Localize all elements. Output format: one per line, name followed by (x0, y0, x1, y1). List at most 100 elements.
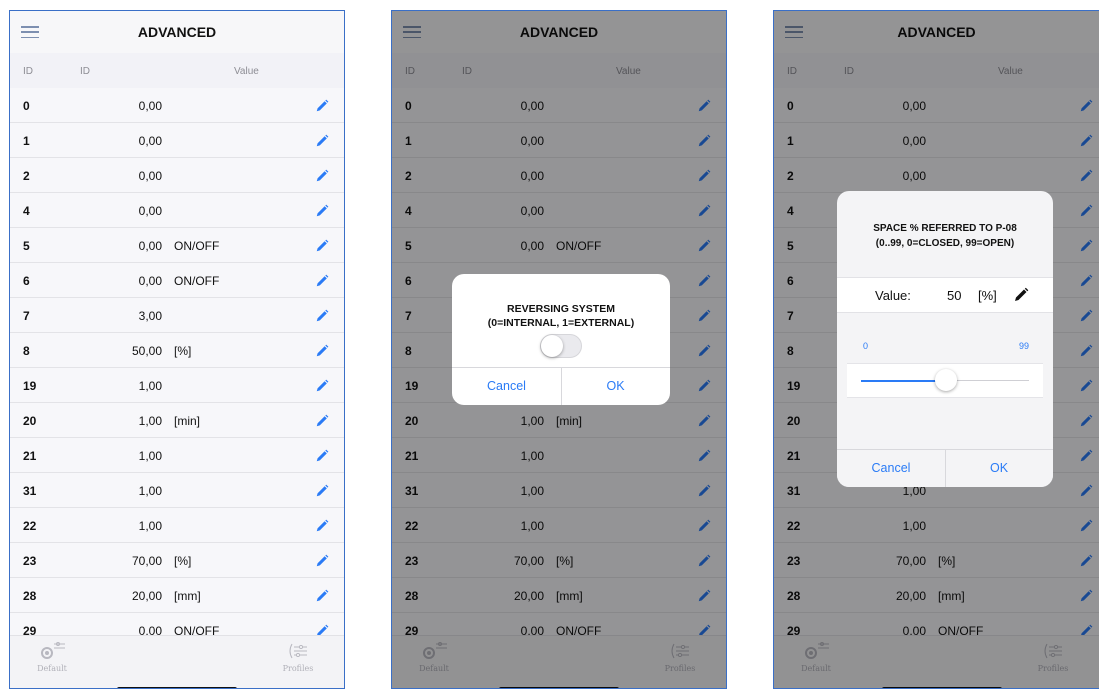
row-id: 19 (23, 379, 37, 393)
tab-default-label: Default (37, 664, 67, 673)
row-id: 28 (23, 589, 37, 603)
row-unit: ON/OFF (174, 239, 220, 253)
pencil-icon[interactable] (315, 519, 329, 533)
slider-max-label: 99 (1018, 341, 1029, 351)
column-value: Value (234, 66, 259, 77)
row-value: 1,00 (138, 484, 162, 498)
row-unit: [min] (174, 414, 201, 428)
parameter-list: 00,0010,0020,0040,0050,00ON/OFF60,00ON/O… (10, 88, 344, 648)
screen-list: ADVANCED ID ID Value 0 0,00 1 0,00 2 0,00 4 0,0… (9, 10, 345, 689)
pencil-icon[interactable] (315, 589, 329, 603)
tab-default[interactable]: Default (22, 640, 82, 673)
table-row: 20 1,00 [min] (10, 403, 344, 438)
row-unit: ON/OFF (174, 274, 220, 288)
tab-bar: Default Profiles (10, 635, 344, 688)
row-id: 20 (23, 414, 37, 428)
row-value: 0,00 (138, 134, 162, 148)
table-row: 73,00 (10, 298, 344, 333)
slider-fill (861, 380, 946, 382)
row-value: 0,00 (138, 99, 162, 113)
pencil-icon[interactable] (1013, 287, 1029, 303)
row-value: 70,00 (131, 554, 162, 568)
row-value: 1,00 (138, 449, 162, 463)
gear-sliders-icon (41, 642, 65, 659)
row-id: 21 (23, 449, 37, 463)
column-id-secondary: ID (80, 66, 90, 77)
table-row: 6 0,00 ON/OFF (10, 263, 344, 298)
row-value: 3,00 (138, 309, 162, 323)
pencil-icon[interactable] (315, 239, 329, 253)
row-value: 0,00 (138, 274, 162, 288)
table-row: 191,00 (10, 368, 344, 403)
row-id: 8 (23, 344, 30, 358)
table-row: 0 0,00 (10, 88, 344, 123)
row-id: 4 (23, 204, 30, 218)
screen-slider-dialog: ADVANCED ID ID Value 00,0010,0020,0040,0… (773, 10, 1099, 689)
table-row: 28 20,00 [mm] (10, 578, 344, 613)
dialog-buttons: Cancel OK (837, 449, 1053, 487)
row-unit: [mm] (174, 589, 201, 603)
page-title: ADVANCED (137, 24, 217, 40)
table-row: 22 1,00 (10, 508, 344, 543)
pencil-icon[interactable] (315, 134, 329, 148)
value-unit: [%] (978, 288, 997, 303)
cancel-button[interactable]: Cancel (837, 450, 945, 487)
reversing-toggle-switch[interactable] (540, 334, 582, 358)
row-value: 0,00 (138, 239, 162, 253)
row-value: 50,00 (131, 344, 162, 358)
table-row: 8 50,00 [%] (10, 333, 344, 368)
pencil-icon[interactable] (315, 379, 329, 393)
tab-profiles[interactable]: Profiles (268, 640, 328, 673)
column-id: ID (23, 66, 33, 77)
profiles-sliders-icon (289, 643, 307, 659)
dialog-title: SPACE % REFERRED TO P-08 (0..99, 0=CLOSE… (837, 221, 1053, 251)
pencil-icon[interactable] (315, 309, 329, 323)
row-id: 31 (23, 484, 37, 498)
ok-button[interactable]: OK (945, 450, 1053, 487)
value-slider[interactable] (847, 363, 1043, 398)
pencil-icon[interactable] (315, 554, 329, 568)
table-row: 31 1,00 (10, 473, 344, 508)
row-id: 23 (23, 554, 37, 568)
value-number: 50 (947, 288, 962, 303)
row-value: 0,00 (138, 169, 162, 183)
pencil-icon[interactable] (315, 344, 329, 358)
cancel-button[interactable]: Cancel (452, 368, 561, 405)
pencil-icon[interactable] (315, 484, 329, 498)
pencil-icon[interactable] (315, 414, 329, 428)
dialog-title-line1: REVERSING SYSTEM (507, 303, 615, 315)
row-unit: [%] (174, 554, 192, 568)
column-header: ID ID Value (10, 53, 344, 89)
value-field: Value: 50 [%] (837, 277, 1053, 313)
home-indicator (117, 687, 237, 688)
row-id: 22 (23, 519, 37, 533)
dialog-title-line1: SPACE % REFERRED TO P-08 (873, 223, 1017, 234)
row-id: 1 (23, 134, 30, 148)
dialog-title-line2: (0=INTERNAL, 1=EXTERNAL) (487, 317, 635, 329)
row-id: 2 (23, 169, 30, 183)
table-row: 2 0,00 (10, 158, 344, 193)
row-id: 0 (23, 99, 30, 113)
row-value: 1,00 (138, 519, 162, 533)
value-label: Value: (875, 288, 911, 303)
pencil-icon[interactable] (315, 274, 329, 288)
table-row: 211,00 (10, 438, 344, 473)
slider-min-label: 0 (863, 341, 869, 351)
row-value: 1,00 (138, 414, 162, 428)
slider-thumb[interactable] (934, 369, 957, 391)
row-value: 1,00 (138, 379, 162, 393)
dialog-title: REVERSING SYSTEM (0=INTERNAL, 1=EXTERNAL… (452, 302, 670, 330)
pencil-icon[interactable] (315, 204, 329, 218)
dialog-buttons: Cancel OK (452, 367, 670, 405)
pencil-icon[interactable] (315, 449, 329, 463)
screen-toggle-dialog: ADVANCED ID ID Value 0 0,00 1 0,00 2 0,00 4 0,0… (391, 10, 727, 689)
pencil-icon[interactable] (315, 169, 329, 183)
pencil-icon[interactable] (315, 99, 329, 113)
ok-button[interactable]: OK (561, 368, 670, 405)
nav-bar: ADVANCED (10, 11, 344, 54)
table-row: 23 70,00 [%] (10, 543, 344, 578)
row-id: 7 (23, 309, 30, 323)
tab-profiles-label: Profiles (282, 664, 314, 673)
row-value: 0,00 (138, 204, 162, 218)
reversing-system-dialog: REVERSING SYSTEM (0=INTERNAL, 1=EXTERNAL… (452, 274, 670, 405)
